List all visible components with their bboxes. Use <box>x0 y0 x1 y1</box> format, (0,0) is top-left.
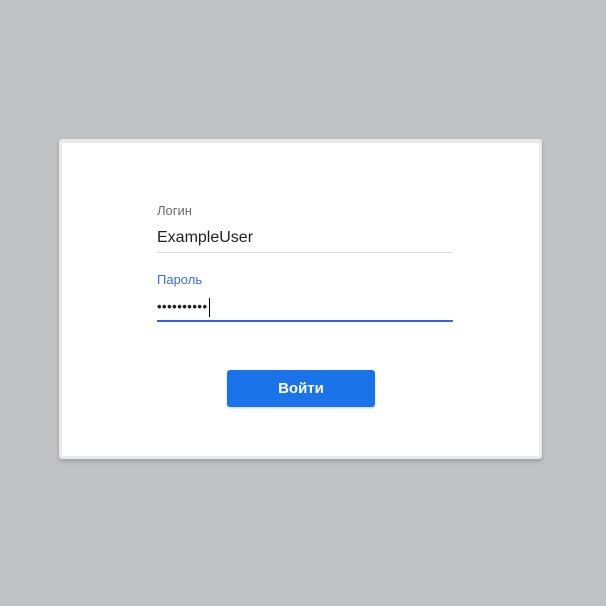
password-label: Пароль <box>157 272 203 287</box>
text-cursor <box>208 298 210 318</box>
password-field[interactable]: Пароль •••••••••• <box>157 271 453 322</box>
login-card: Логин ExampleUser Пароль •••••••••• Войт… <box>59 139 542 459</box>
password-input-value: •••••••••• <box>157 299 208 314</box>
login-field[interactable]: Логин ExampleUser <box>157 202 453 253</box>
login-label: Логин <box>157 203 192 218</box>
password-input[interactable]: •••••••••• <box>157 296 453 322</box>
login-input[interactable]: ExampleUser <box>157 227 453 253</box>
login-button[interactable]: Войти <box>227 370 375 407</box>
login-page: Логин ExampleUser Пароль •••••••••• Войт… <box>0 0 606 606</box>
login-input-value: ExampleUser <box>157 229 254 246</box>
